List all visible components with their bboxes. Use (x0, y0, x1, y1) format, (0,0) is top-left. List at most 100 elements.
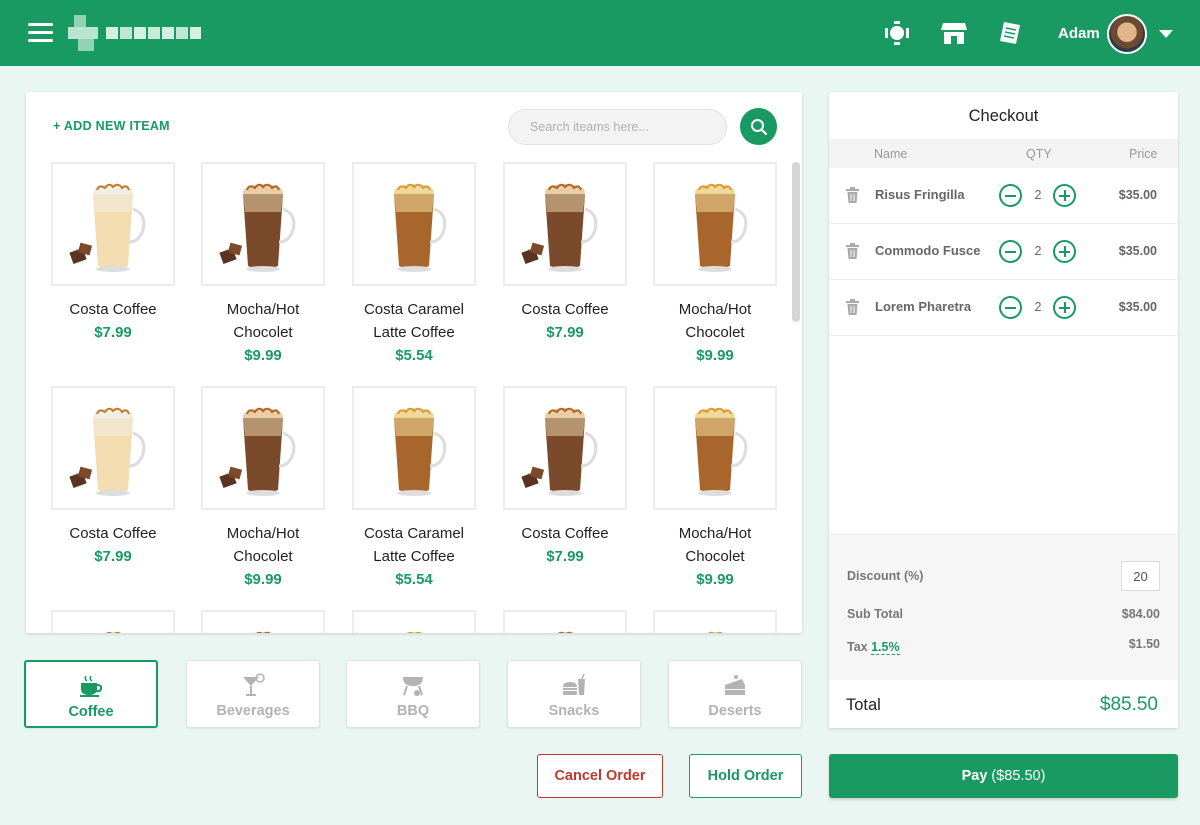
product-name: Costa Caramel Latte Coffee (349, 522, 479, 568)
search-icon (750, 118, 767, 135)
product-name-line1: Costa Coffee (521, 525, 609, 542)
increase-qty-button[interactable] (1053, 240, 1076, 263)
search-button[interactable] (740, 108, 777, 145)
item-name: Commodo Fusce (875, 243, 981, 258)
product-name-line2: Latte Coffee (373, 548, 455, 565)
burger-drink-icon (563, 673, 585, 695)
product-card[interactable]: Costa Coffee $7.99 (48, 386, 178, 568)
tax-label-text: Tax (847, 640, 868, 654)
category-label: Deserts (708, 703, 762, 719)
category-beverages[interactable]: Beverages (186, 660, 320, 728)
item-qty: 2 (1034, 300, 1042, 314)
product-card[interactable]: Costa Coffee $7.99 (48, 162, 178, 344)
product-card-partial[interactable] (349, 610, 479, 633)
product-card[interactable]: Mocha/Hot Chocolet $9.99 (198, 162, 328, 367)
add-new-item-button[interactable]: + ADD NEW ITEAM (53, 119, 170, 133)
product-price: $5.54 (395, 347, 433, 364)
category-snacks[interactable]: Snacks (507, 660, 641, 728)
product-image (352, 162, 476, 286)
product-name-line2: Chocolet (685, 324, 745, 341)
product-card[interactable]: Mocha/Hot Chocolet $9.99 (650, 162, 780, 367)
user-name[interactable]: Adam (1058, 25, 1100, 42)
product-name: Costa Coffee (500, 522, 630, 545)
product-name: Costa Caramel Latte Coffee (349, 298, 479, 344)
pay-button[interactable]: Pay ($85.50) (829, 754, 1178, 798)
product-card-partial[interactable] (48, 610, 178, 633)
menu-icon[interactable] (28, 23, 53, 42)
product-name-line2: Chocolet (233, 548, 293, 565)
brand-logo (68, 15, 201, 51)
item-name: Risus Fringilla (875, 187, 965, 202)
avatar[interactable] (1107, 14, 1147, 54)
checkout-title: Checkout (968, 107, 1039, 125)
product-card[interactable]: Costa Caramel Latte Coffee $5.54 (349, 386, 479, 591)
product-image (653, 162, 777, 286)
product-image (352, 386, 476, 510)
product-image (653, 610, 777, 633)
product-name: Costa Coffee (500, 298, 630, 321)
category-label: BBQ (396, 703, 430, 719)
discount-field[interactable] (1121, 561, 1160, 591)
search-input[interactable] (508, 109, 727, 145)
tax-label: Tax 1.5% (847, 640, 900, 655)
product-price: $7.99 (94, 548, 132, 565)
trash-icon[interactable] (846, 187, 859, 203)
scrollbar[interactable] (792, 162, 800, 322)
item-price: $35.00 (1118, 188, 1157, 202)
product-price: $7.99 (546, 324, 584, 341)
store-icon[interactable] (940, 19, 968, 47)
product-price: $9.99 (244, 571, 282, 588)
top-bar: Adam (0, 0, 1200, 66)
product-name-line1: Costa Coffee (521, 301, 609, 318)
product-name-line1: Mocha/Hot (678, 301, 752, 318)
product-card[interactable]: Mocha/Hot Chocolet $9.99 (198, 386, 328, 591)
checkout-panel: Checkout Name QTY Price Risus Fringilla … (829, 92, 1178, 728)
product-card[interactable]: Costa Coffee $7.99 (500, 162, 630, 344)
product-image (201, 386, 325, 510)
subtotal-value: $84.00 (1121, 607, 1160, 621)
product-name-line1: Costa Caramel (363, 301, 465, 318)
product-card[interactable]: Mocha/Hot Chocolet $9.99 (650, 386, 780, 591)
product-name-line2: Chocolet (233, 324, 293, 341)
item-price: $35.00 (1118, 244, 1157, 258)
tax-rate[interactable]: 1.5% (871, 640, 900, 655)
decrease-qty-button[interactable] (999, 240, 1022, 263)
waiter-icon[interactable] (883, 19, 911, 47)
product-name: Mocha/Hot Chocolet (198, 522, 328, 568)
receipt-icon[interactable] (996, 19, 1024, 47)
product-card-partial[interactable] (198, 610, 328, 633)
product-card-partial[interactable] (650, 610, 780, 633)
cancel-order-button[interactable]: Cancel Order (537, 754, 663, 798)
product-name: Mocha/Hot Chocolet (650, 522, 780, 568)
product-image (352, 610, 476, 633)
trash-icon[interactable] (846, 243, 859, 259)
product-image (201, 610, 325, 633)
subtotal-label: Sub Total (847, 607, 904, 621)
product-name-line1: Costa Coffee (69, 301, 157, 318)
product-image (503, 162, 627, 286)
product-image (503, 386, 627, 510)
product-card-partial[interactable] (500, 610, 630, 633)
hold-order-button[interactable]: Hold Order (689, 754, 802, 798)
increase-qty-button[interactable] (1053, 184, 1076, 207)
increase-qty-button[interactable] (1053, 296, 1076, 319)
product-price: $7.99 (546, 548, 584, 565)
product-card[interactable]: Costa Caramel Latte Coffee $5.54 (349, 162, 479, 367)
product-price: $9.99 (696, 347, 734, 364)
product-price: $5.54 (395, 571, 433, 588)
grill-icon (403, 677, 423, 696)
product-name-line1: Mocha/Hot (678, 525, 752, 542)
category-coffee[interactable]: Coffee (24, 660, 158, 728)
trash-icon[interactable] (846, 299, 859, 315)
decrease-qty-button[interactable] (999, 184, 1022, 207)
category-bbq[interactable]: BBQ (346, 660, 480, 728)
product-card[interactable]: Costa Coffee $7.99 (500, 386, 630, 568)
category-deserts[interactable]: Deserts (668, 660, 802, 728)
product-image (503, 610, 627, 633)
decrease-qty-button[interactable] (999, 296, 1022, 319)
product-image (653, 386, 777, 510)
cocktail-icon (243, 673, 265, 696)
chevron-down-icon[interactable] (1159, 30, 1173, 38)
category-label: Coffee (68, 704, 114, 720)
checkout-item-row: Commodo Fusce 2 $35.00 (829, 224, 1178, 280)
